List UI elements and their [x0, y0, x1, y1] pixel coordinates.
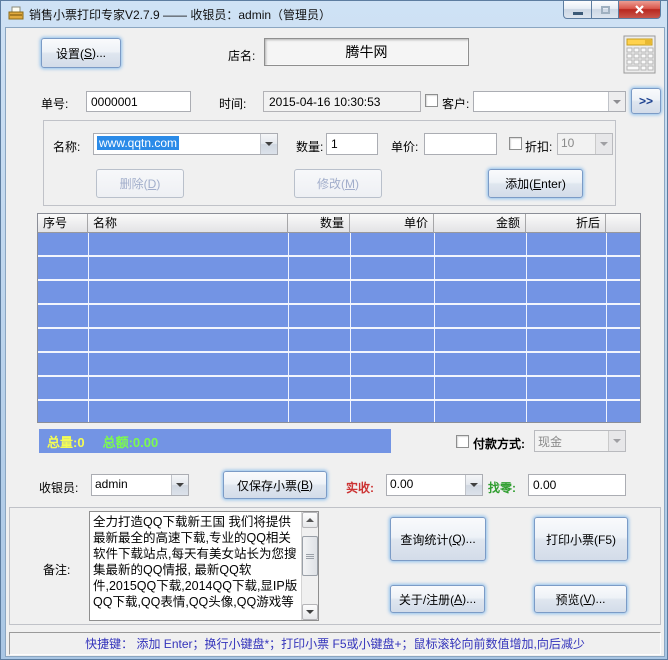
column-header-price[interactable]: 单价 [350, 214, 434, 233]
change-input[interactable] [528, 474, 626, 496]
store-name-box: 腾牛网 [264, 38, 469, 66]
minimize-icon [573, 12, 583, 15]
remarks-label: 备注: [43, 561, 70, 578]
remarks-textarea[interactable] [90, 512, 301, 620]
change-label: 找零: [488, 479, 516, 496]
column-header-qty[interactable]: 数量 [288, 214, 350, 233]
table-grid-line [350, 233, 351, 422]
customer-select[interactable] [473, 91, 626, 112]
discount-value: 10 [558, 134, 595, 154]
quantity-input[interactable] [326, 133, 378, 155]
unit-price-label: 单价: [391, 138, 418, 155]
print-receipt-button[interactable]: 打印小票(F5) [534, 517, 628, 561]
item-name-label: 名称: [53, 138, 80, 155]
close-button[interactable] [619, 1, 661, 19]
column-header-name[interactable]: 名称 [88, 214, 288, 233]
minimize-button[interactable] [563, 1, 592, 19]
remarks-box [89, 511, 319, 621]
close-icon [634, 5, 645, 15]
items-table: 序号 名称 数量 单价 金额 折后 [37, 213, 641, 423]
total-amount: 总额:0.00 [103, 432, 159, 451]
cashier-select[interactable]: admin [91, 474, 189, 496]
chevron-down-icon[interactable] [608, 92, 625, 111]
customer-checkbox[interactable] [425, 94, 438, 107]
item-name-combo[interactable]: www.qqtn.com [93, 133, 278, 155]
chevron-down-icon[interactable] [465, 475, 482, 495]
payment-method-select: 现金 [534, 430, 626, 452]
scrollbar-thumb[interactable] [302, 536, 318, 576]
table-grid-line [526, 233, 527, 422]
column-header-index[interactable]: 序号 [38, 214, 88, 233]
maximize-button[interactable] [592, 1, 619, 19]
received-label: 实收: [346, 479, 374, 496]
unit-price-input[interactable] [424, 133, 497, 155]
customer-label: 客户: [442, 95, 469, 112]
calculator-icon[interactable] [623, 35, 657, 75]
chevron-down-icon[interactable] [171, 475, 188, 495]
discount-checkbox[interactable] [509, 137, 522, 150]
expand-button[interactable]: >> [631, 88, 661, 114]
table-grid-line [434, 233, 435, 422]
app-icon [8, 5, 25, 22]
item-name-value: www.qqtn.com [97, 136, 179, 150]
column-header-filler [606, 214, 640, 233]
modify-button: 修改(M) [294, 169, 382, 198]
quantity-label: 数量: [296, 138, 323, 155]
time-label: 时间: [219, 95, 246, 112]
column-header-amount[interactable]: 金额 [434, 214, 526, 233]
status-bar: 快捷键： 添加 Enter；换行小键盘*；打印小票 F5或小键盘+；鼠标滚轮向前… [9, 632, 661, 655]
store-name-label: 店名: [228, 47, 255, 64]
cashier-label: 收银员: [39, 479, 78, 496]
query-stats-button[interactable]: 查询统计(Q)... [390, 517, 486, 561]
delete-button: 删除(D) [96, 169, 184, 198]
table-grid-line [88, 233, 89, 422]
payment-method-checkbox[interactable] [456, 435, 469, 448]
titlebar: 销售小票打印专家V2.7.9 —— 收银员：admin（管理员） [1, 1, 667, 27]
time-value-box: 2015-04-16 10:30:53 [263, 91, 421, 112]
received-amount-value: 0.00 [387, 475, 465, 495]
about-register-button[interactable]: 关于/注册(A)... [390, 585, 485, 613]
scroll-down-icon[interactable] [302, 604, 318, 620]
totals-bar: 总量:0 总额:0.00 [39, 429, 391, 453]
save-receipt-button[interactable]: 仅保存小票(B) [223, 471, 327, 499]
scroll-up-icon[interactable] [302, 512, 318, 528]
customer-value [474, 92, 608, 111]
settings-button[interactable]: 设置(S)... [41, 38, 121, 68]
table-header: 序号 名称 数量 单价 金额 折后 [38, 214, 640, 233]
total-quantity: 总量:0 [47, 432, 85, 451]
add-button[interactable]: 添加(Enter) [488, 169, 583, 198]
remarks-scrollbar[interactable] [301, 512, 318, 620]
discount-label: 折扣: [525, 138, 552, 155]
table-grid-line [606, 233, 607, 422]
maximize-icon [601, 6, 610, 14]
chevron-down-icon[interactable] [260, 134, 277, 154]
cashier-value: admin [92, 475, 171, 495]
preview-button[interactable]: 预览(V)... [534, 585, 627, 613]
table-body[interactable] [38, 233, 640, 422]
window-title: 销售小票打印专家V2.7.9 —— 收银员：admin（管理员） [29, 6, 331, 23]
chevron-down-icon [608, 431, 625, 451]
received-amount-combo[interactable]: 0.00 [386, 474, 483, 496]
payment-method-value: 现金 [535, 431, 608, 451]
payment-method-label: 付款方式: [473, 435, 525, 452]
window-controls [563, 1, 661, 19]
shortcut-hints: 快捷键： 添加 Enter；换行小键盘*；打印小票 F5或小键盘+；鼠标滚轮向前… [85, 635, 585, 652]
order-number-input[interactable] [86, 91, 191, 112]
column-header-discounted[interactable]: 折后 [526, 214, 606, 233]
order-number-label: 单号: [41, 95, 68, 112]
app-window: 销售小票打印专家V2.7.9 —— 收银员：admin（管理员） 设置(S)..… [0, 0, 668, 660]
discount-select: 10 [557, 133, 613, 155]
chevron-down-icon [595, 134, 612, 154]
table-grid-line [288, 233, 289, 422]
